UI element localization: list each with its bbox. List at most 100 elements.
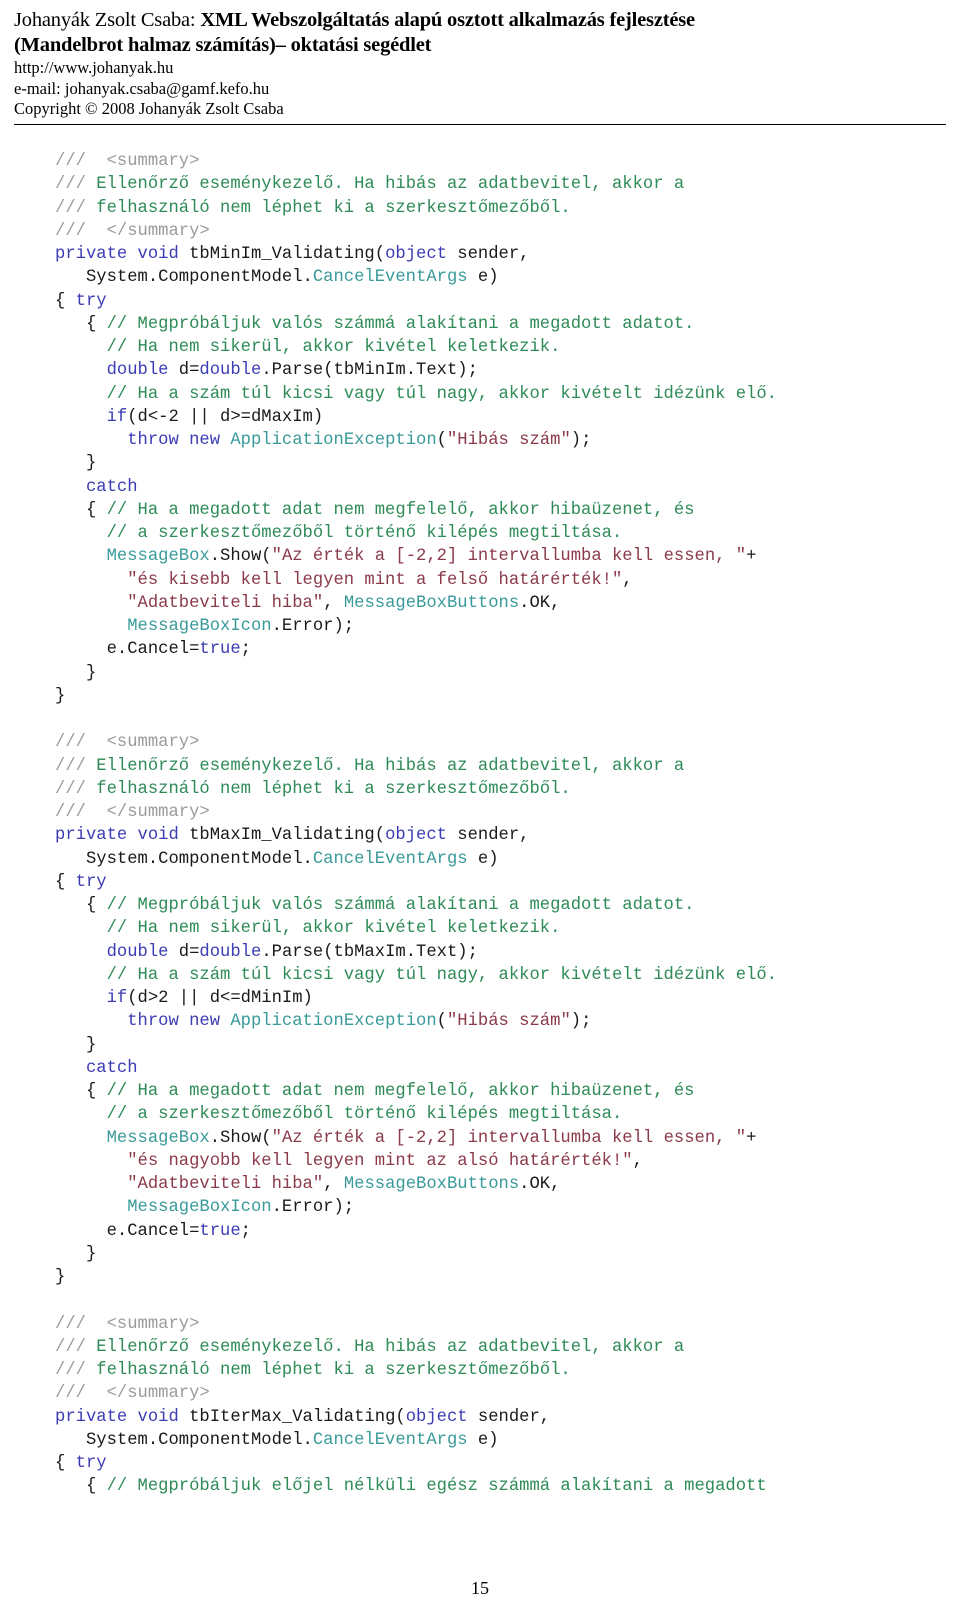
code-line: /// felhasználó nem léphet ki a szerkesz… xyxy=(55,1359,950,1382)
code-token-cmt: felhasználó nem léphet ki a szerkesztőme… xyxy=(96,779,571,799)
code-line: if(d<-2 || d>=dMaxIm) xyxy=(55,406,950,429)
code-token-kw: private void xyxy=(55,1407,179,1427)
code-token-cmt: // Ha a szám túl kicsi vagy túl nagy, ak… xyxy=(106,384,777,404)
code-line: // a szerkesztőmezőből történő kilépés m… xyxy=(55,1103,950,1126)
code-token-plain: ( xyxy=(436,1012,447,1032)
code-token-plain: } xyxy=(55,454,97,474)
code-token-kw: private void xyxy=(55,245,179,264)
code-token-plain: .Error); xyxy=(271,617,355,636)
code-token-cmt: // Ha a megadott adat nem megfelelő, akk… xyxy=(106,1082,695,1101)
code-line: System.ComponentModel.CancelEventArgs e) xyxy=(55,848,950,871)
code-line: { // Megpróbáljuk valós számmá alakítani… xyxy=(55,313,950,336)
code-token-plain: .OK, xyxy=(519,1175,561,1194)
code-token-plain: { xyxy=(55,291,76,311)
code-token-type: MessageBoxIcon xyxy=(127,617,272,636)
code-line: e.Cancel=true; xyxy=(55,638,950,661)
author-website: http://www.johanyak.hu xyxy=(14,58,174,77)
code-token-plain: ; xyxy=(240,1221,251,1241)
code-token-plain: tbMinIm_Validating( xyxy=(178,245,386,264)
code-token-plain: } xyxy=(55,1268,66,1287)
document-header: Johanyák Zsolt Csaba: XML Webszolgáltatá… xyxy=(0,0,960,120)
code-line: e.Cancel=true; xyxy=(55,1220,950,1243)
code-token-plain: ); xyxy=(570,1012,592,1032)
code-line: { // Megpróbáljuk előjel nélküli egész s… xyxy=(55,1475,950,1498)
title-author-prefix: Johanyák Zsolt Csaba: xyxy=(14,9,201,31)
code-token-kw: try xyxy=(75,872,107,892)
code-line: /// </summary> xyxy=(55,220,950,243)
code-line: private void tbMaxIm_Validating(object s… xyxy=(55,824,950,847)
code-line: throw new ApplicationException("Hibás sz… xyxy=(55,1010,950,1033)
code-line: "és nagyobb kell legyen mint az alsó hat… xyxy=(55,1150,950,1173)
code-token-plain: System.ComponentModel. xyxy=(55,1430,313,1450)
code-token-plain: tbMaxIm_Validating( xyxy=(178,826,386,846)
code-token-cmt: // Ha a szám túl kicsi vagy túl nagy, ak… xyxy=(106,965,777,985)
code-line: // a szerkesztőmezőből történő kilépés m… xyxy=(55,522,950,545)
code-token-cmt: Ellenőrző eseménykezelő. Ha hibás az ada… xyxy=(96,1337,685,1357)
code-token-kw: true xyxy=(199,640,241,660)
code-token-plain: , xyxy=(323,1175,344,1194)
code-token-cmt: felhasználó nem léphet ki a szerkesztőme… xyxy=(96,1361,571,1380)
code-token-plain: e) xyxy=(467,849,499,869)
code-token-plain: , xyxy=(622,570,633,590)
code-token-cmt: // Megpróbáljuk valós számmá alakítani a… xyxy=(106,896,695,915)
code-token-plain: (d>2 || d<=dMinIm) xyxy=(127,989,313,1008)
code-line: catch xyxy=(55,1057,950,1080)
code-token-plain: { xyxy=(55,1082,107,1101)
code-token-plain: d= xyxy=(168,942,200,962)
code-line: { try xyxy=(55,871,950,894)
code-line: // Ha nem sikerül, akkor kivétel keletke… xyxy=(55,336,950,359)
code-token-kw: try xyxy=(75,291,107,311)
code-token-kw: object xyxy=(385,245,447,264)
code-token-str: "Adatbeviteli hiba" xyxy=(127,593,324,613)
code-token-doc: /// xyxy=(55,221,107,241)
code-token-doc: <summary> xyxy=(106,152,200,171)
code-line: /// Ellenőrző eseménykezelő. Ha hibás az… xyxy=(55,755,950,778)
code-token-type: MessageBoxIcon xyxy=(127,1198,272,1218)
code-token-kw: throw new xyxy=(127,431,221,450)
code-token-cmt: Ellenőrző eseménykezelő. Ha hibás az ada… xyxy=(96,175,685,195)
code-token-plain: e.Cancel= xyxy=(55,1221,200,1241)
code-line: /// <summary> xyxy=(55,731,950,754)
code-token-cmt: // Ha a megadott adat nem megfelelő, akk… xyxy=(106,500,695,520)
code-token-kw: if xyxy=(106,989,128,1008)
code-line: "Adatbeviteli hiba", MessageBoxButtons.O… xyxy=(55,1173,950,1196)
page-number: 15 xyxy=(471,1578,489,1598)
code-token-doc: /// xyxy=(55,152,107,171)
code-token-plain: { xyxy=(55,1477,107,1497)
code-line: System.ComponentModel.CancelEventArgs e) xyxy=(55,266,950,289)
code-token-doc: /// xyxy=(55,198,97,218)
code-line: System.ComponentModel.CancelEventArgs e) xyxy=(55,1429,950,1452)
code-token-str: "Hibás szám" xyxy=(446,1012,571,1032)
code-token-plain: , xyxy=(632,1151,643,1171)
code-token-cmt: // Megpróbáljuk előjel nélküli egész szá… xyxy=(106,1477,767,1497)
code-token-doc: </summary> xyxy=(106,1384,210,1404)
code-line: } xyxy=(55,452,950,475)
code-token-doc: </summary> xyxy=(106,221,210,241)
code-token-plain: sender, xyxy=(446,826,530,846)
code-token-doc: /// xyxy=(55,1384,107,1404)
code-token-plain: System.ComponentModel. xyxy=(55,849,313,869)
code-line: /// <summary> xyxy=(55,150,950,173)
code-token-cmt: // Ha nem sikerül, akkor kivétel keletke… xyxy=(106,919,561,939)
code-token-doc: /// xyxy=(55,1337,97,1357)
code-token-plain: + xyxy=(746,1128,757,1148)
code-line: /// Ellenőrző eseménykezelő. Ha hibás az… xyxy=(55,173,950,196)
title-main-line2: (Mandelbrot halmaz számítás)– oktatási s… xyxy=(14,34,432,56)
